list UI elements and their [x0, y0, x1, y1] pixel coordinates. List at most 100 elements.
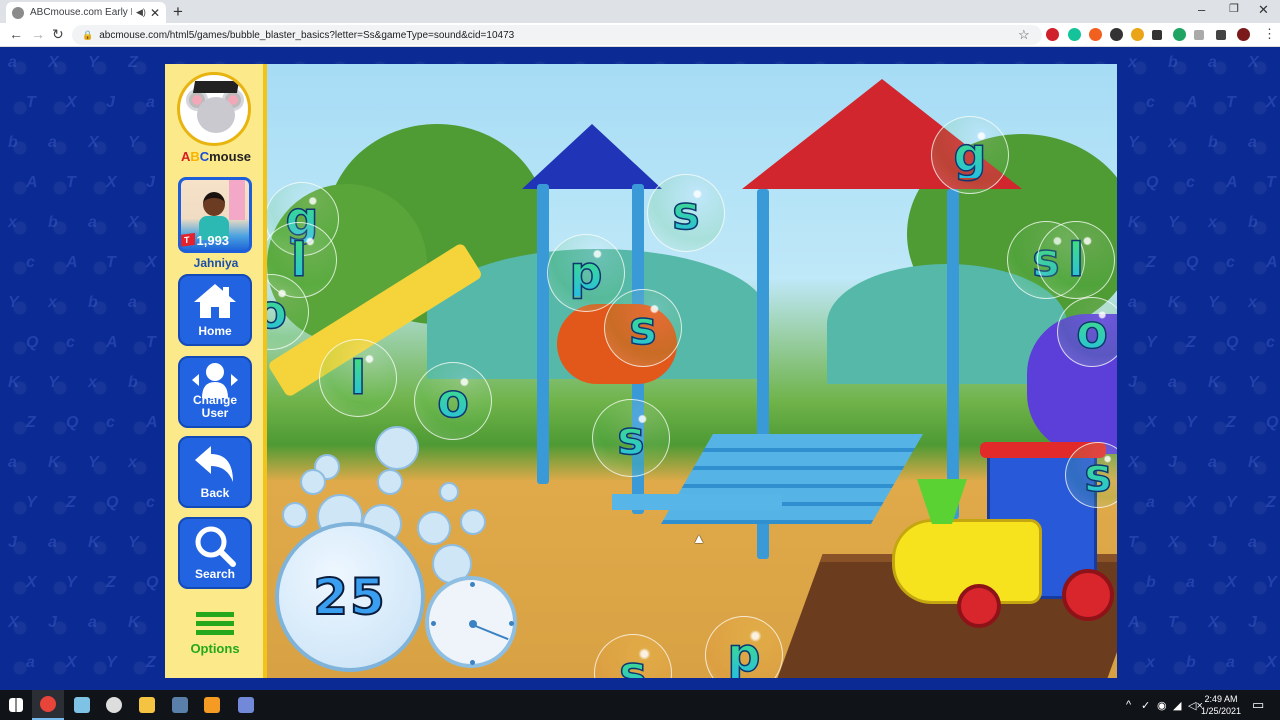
letter-bubble[interactable]: l: [319, 339, 397, 417]
sublime-taskbar-icon[interactable]: [196, 690, 228, 720]
chrome-glyph-icon: [40, 696, 56, 712]
train-wheel: [1062, 569, 1114, 621]
obs-taskbar-icon[interactable]: [98, 690, 130, 720]
background-letter-pattern: a: [1226, 654, 1235, 671]
calculator-taskbar-icon[interactable]: [164, 690, 196, 720]
reload-button[interactable]: ↻: [52, 26, 64, 43]
back-button[interactable]: Back: [178, 436, 252, 508]
abcmouse-logo[interactable]: [177, 72, 251, 146]
clock-time: 2:49 AM: [1204, 694, 1238, 704]
back-nav-button[interactable]: ←: [9, 26, 23, 42]
url-text: abcmouse.com/html5/games/bubble_blaster_…: [99, 29, 515, 41]
steam-tray-icon[interactable]: ✓: [1141, 690, 1150, 720]
blue-roof: [522, 124, 662, 189]
search-button[interactable]: Search: [178, 517, 252, 589]
background-letter-pattern: Z: [66, 494, 76, 511]
background-letter-pattern: A: [1266, 254, 1278, 271]
background-letter-pattern: X: [1146, 414, 1157, 431]
background-letter-pattern: T: [66, 174, 76, 191]
background-letter-pattern: A: [146, 414, 158, 431]
new-tab-button[interactable]: +: [173, 2, 183, 22]
background-letter-pattern: a: [1248, 534, 1257, 551]
platform: [612, 494, 782, 510]
background-letter-pattern: a: [88, 614, 97, 631]
background-letter-pattern: a: [8, 454, 17, 471]
letter-bubble[interactable]: l: [1037, 221, 1115, 299]
background-letter-pattern: Y: [1146, 334, 1157, 351]
restore-button[interactable]: ❐: [1229, 2, 1239, 15]
calculator-glyph-icon: [172, 697, 188, 713]
background-letter-pattern: X: [1186, 494, 1197, 511]
chrome-taskbar-icon[interactable]: [32, 690, 64, 720]
user-avatar-card[interactable]: T 1,993: [178, 177, 252, 253]
puzzle-icon[interactable]: [1216, 30, 1226, 40]
bubble-letter: p: [727, 628, 761, 678]
home-button[interactable]: Home: [178, 274, 252, 346]
letter-bubble[interactable]: p: [705, 616, 783, 678]
file-explorer-taskbar-icon[interactable]: [131, 690, 163, 720]
background-letter-pattern: b: [48, 214, 58, 231]
letter-bubble[interactable]: s: [604, 289, 682, 367]
letter-bubble[interactable]: s: [647, 174, 725, 252]
bubble-letter: s: [672, 186, 701, 240]
graduation-cap-icon: [192, 81, 240, 93]
mouse-cursor-icon: ▲: [692, 530, 706, 546]
letter-bubble[interactable]: s: [594, 634, 672, 678]
background-letter-pattern: Q: [66, 414, 79, 431]
background-letter-pattern: K: [128, 614, 140, 631]
extension-orange-icon[interactable]: [1089, 28, 1102, 41]
letter-bubble[interactable]: g: [931, 116, 1009, 194]
background-letter-pattern: a: [128, 294, 137, 311]
address-bar[interactable]: 🔒 abcmouse.com/html5/games/bubble_blaste…: [72, 25, 1042, 45]
grammarly-icon[interactable]: [1068, 28, 1081, 41]
background-letter-pattern: Z: [1266, 494, 1276, 511]
letter-bubble[interactable]: s: [592, 399, 670, 477]
close-window-button[interactable]: ✕: [1258, 2, 1269, 18]
background-letter-pattern: A: [1128, 614, 1140, 631]
speaker-icon[interactable]: ◀): [136, 7, 146, 18]
background-letter-pattern: K: [1168, 294, 1180, 311]
show-hidden-icons-chevron-icon[interactable]: ^: [1126, 690, 1131, 720]
clock-tick: [509, 621, 514, 626]
google-drive-icon[interactable]: [1173, 28, 1186, 41]
browser-tab[interactable]: ABCmouse.com Early Learnin ◀) ✕: [6, 2, 166, 23]
playground-scene: glolopsssgslossp 25 ▲: [267, 64, 1117, 678]
minimize-button[interactable]: –: [1198, 2, 1205, 17]
background-letter-pattern: Y: [1168, 214, 1179, 231]
background-letter-pattern: J: [48, 614, 57, 631]
extension-m-icon[interactable]: [1110, 28, 1123, 41]
user-label: User: [201, 406, 229, 420]
notifications-icon[interactable]: ▭: [1252, 690, 1264, 720]
extension-30-icon[interactable]: [1131, 28, 1144, 41]
pen-icon[interactable]: [1152, 30, 1162, 40]
forward-nav-button[interactable]: →: [31, 26, 45, 42]
background-letter-pattern: x: [1128, 54, 1137, 71]
score-counter: 25: [312, 567, 387, 627]
notepad-taskbar-icon[interactable]: [66, 690, 98, 720]
discord-taskbar-icon[interactable]: [230, 690, 262, 720]
background-letter-pattern: J: [8, 534, 17, 551]
background-letter-pattern: a: [1208, 454, 1217, 471]
options-button[interactable]: Options: [178, 612, 252, 668]
wifi-icon[interactable]: ◢: [1173, 690, 1181, 720]
background-letter-pattern: T: [1266, 174, 1276, 191]
change-user-button[interactable]: Change User: [178, 356, 252, 428]
background-letter-pattern: b: [1186, 654, 1196, 671]
background-letter-pattern: Q: [1226, 334, 1239, 351]
background-letter-pattern: X: [1168, 534, 1179, 551]
letter-bubble[interactable]: o: [414, 362, 492, 440]
background-letter-pattern: a: [26, 654, 35, 671]
tab-close-icon[interactable]: ✕: [150, 6, 160, 20]
bookmark-star-icon[interactable]: ☆: [1018, 27, 1030, 43]
username: Jahniya: [193, 256, 239, 270]
discord-tray-icon[interactable]: ◉: [1157, 690, 1167, 720]
clock-tick: [470, 660, 475, 665]
profile-avatar-icon[interactable]: [1237, 28, 1250, 41]
background-letter-pattern: X: [88, 134, 99, 151]
extension-grey-icon[interactable]: [1194, 30, 1204, 40]
adblock-plus-icon[interactable]: [1046, 28, 1059, 41]
system-clock[interactable]: 2:49 AM 1/25/2021: [1196, 693, 1246, 717]
chrome-menu-icon[interactable]: ⋮: [1263, 26, 1276, 42]
start-button[interactable]: [0, 690, 32, 720]
letter-bubble[interactable]: p: [547, 234, 625, 312]
